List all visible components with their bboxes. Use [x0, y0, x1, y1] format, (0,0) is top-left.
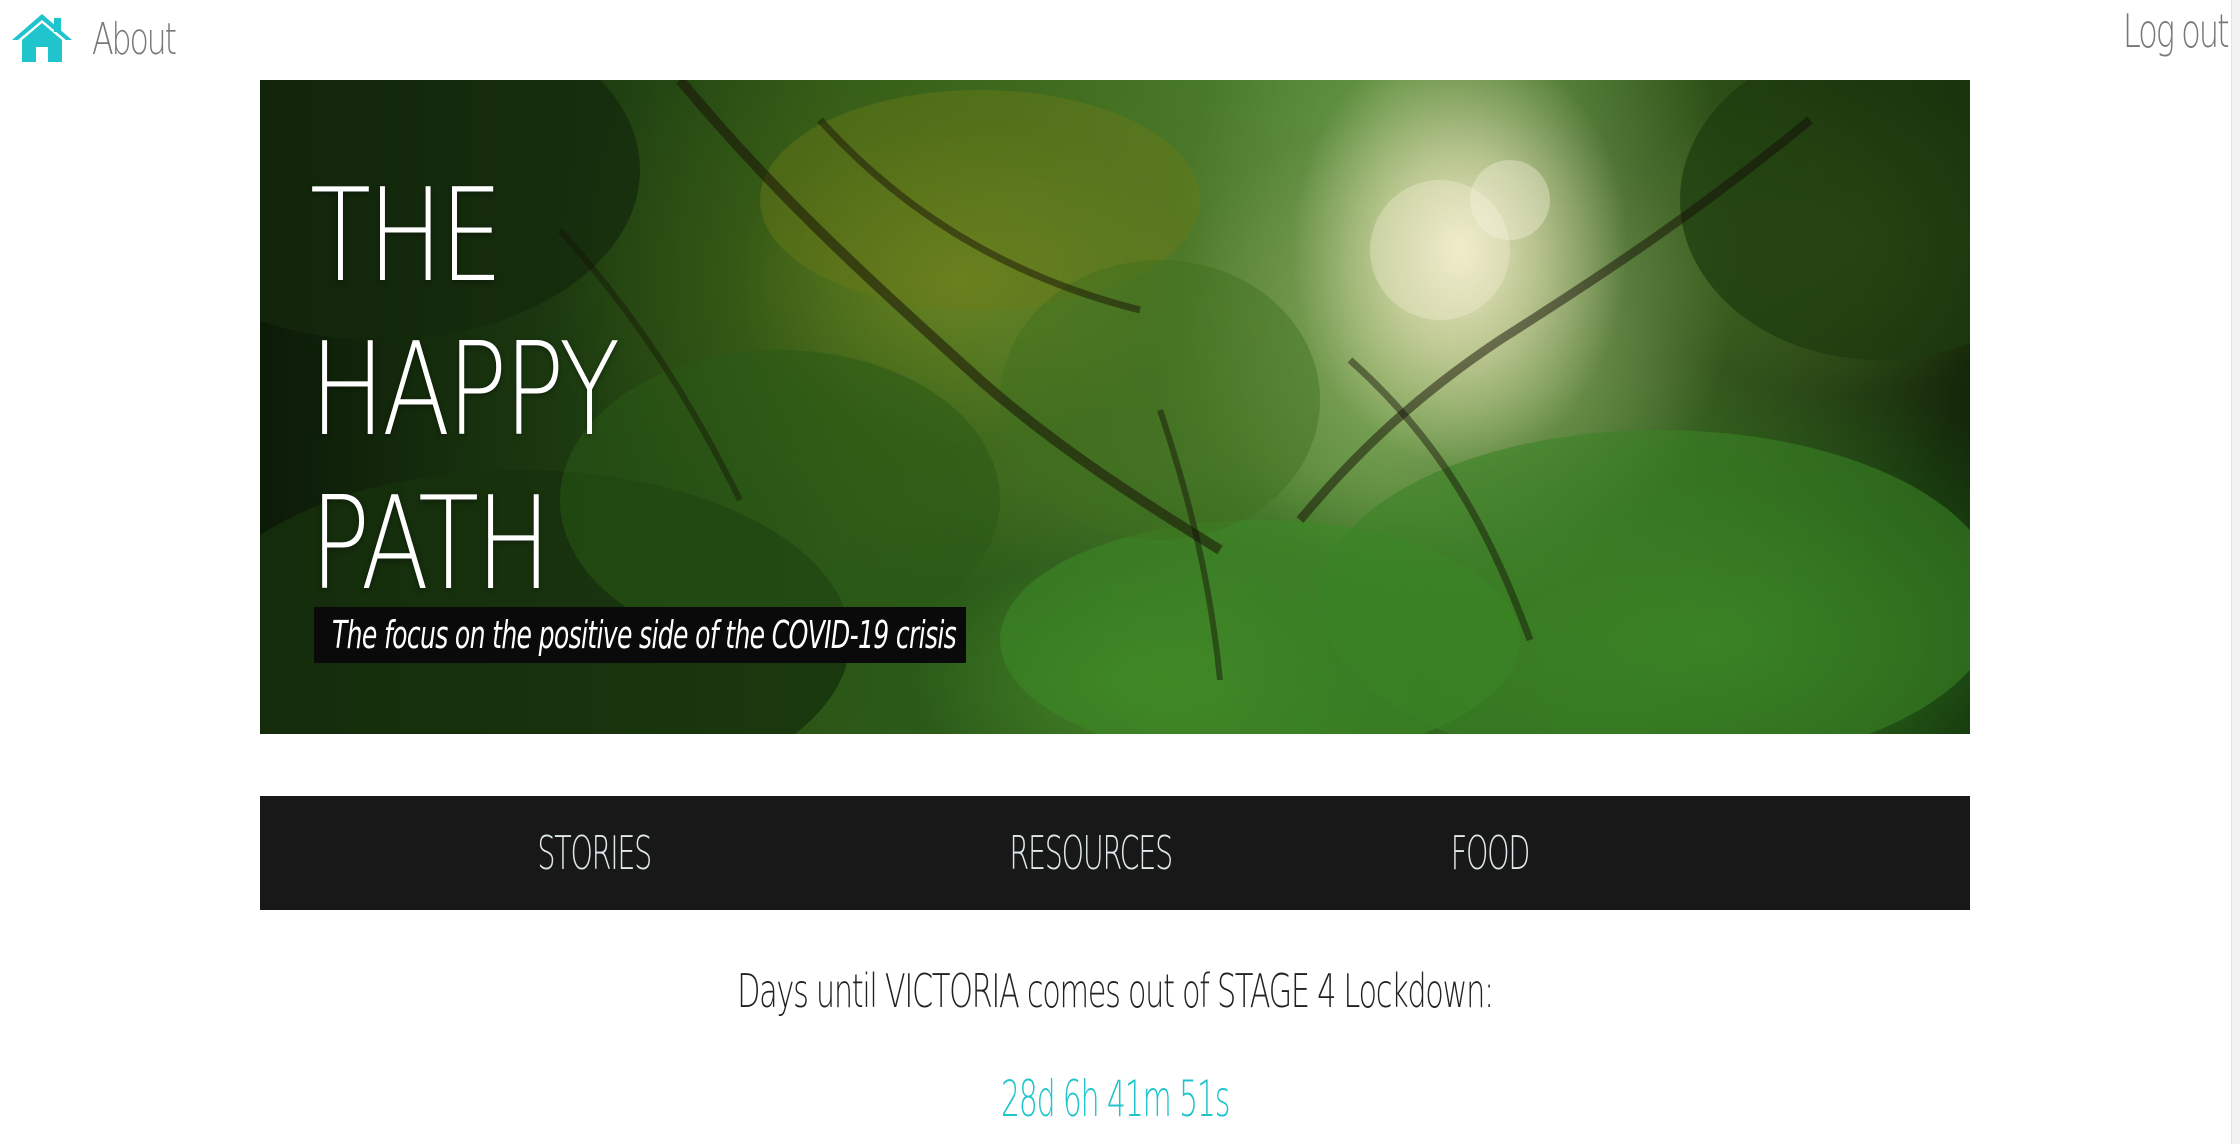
hero-tagline: The focus on the positive side of the CO…: [332, 613, 957, 657]
about-link[interactable]: About: [92, 10, 177, 70]
countdown-label: Days until VICTORIA comes out of STAGE 4…: [737, 964, 1494, 1018]
home-icon: [10, 10, 74, 64]
hero-banner: THE HAPPY PATH The focus on the positive…: [260, 80, 1970, 734]
hero-title: THE HAPPY PATH: [310, 160, 704, 622]
hero-title-line-1: THE: [310, 162, 503, 311]
main-nav: STORIES RESOURCES FOOD: [260, 796, 1970, 910]
top-bar: About Log out: [0, 0, 2240, 80]
countdown-timer: 28d 6h 41m 51s: [1000, 1070, 1231, 1128]
nav-food[interactable]: FOOD: [1451, 796, 1531, 910]
home-link[interactable]: [10, 10, 74, 64]
page-scrollbar[interactable]: [2231, 0, 2240, 1144]
nav-resources[interactable]: RESOURCES: [1009, 796, 1173, 910]
hero-title-line-2: HAPPY: [310, 316, 620, 465]
logout-link[interactable]: Log out: [2123, 0, 2230, 62]
hero-title-line-3: PATH: [310, 470, 551, 619]
nav-stories[interactable]: STORIES: [537, 796, 652, 910]
hero-tagline-box: The focus on the positive side of the CO…: [314, 607, 966, 663]
